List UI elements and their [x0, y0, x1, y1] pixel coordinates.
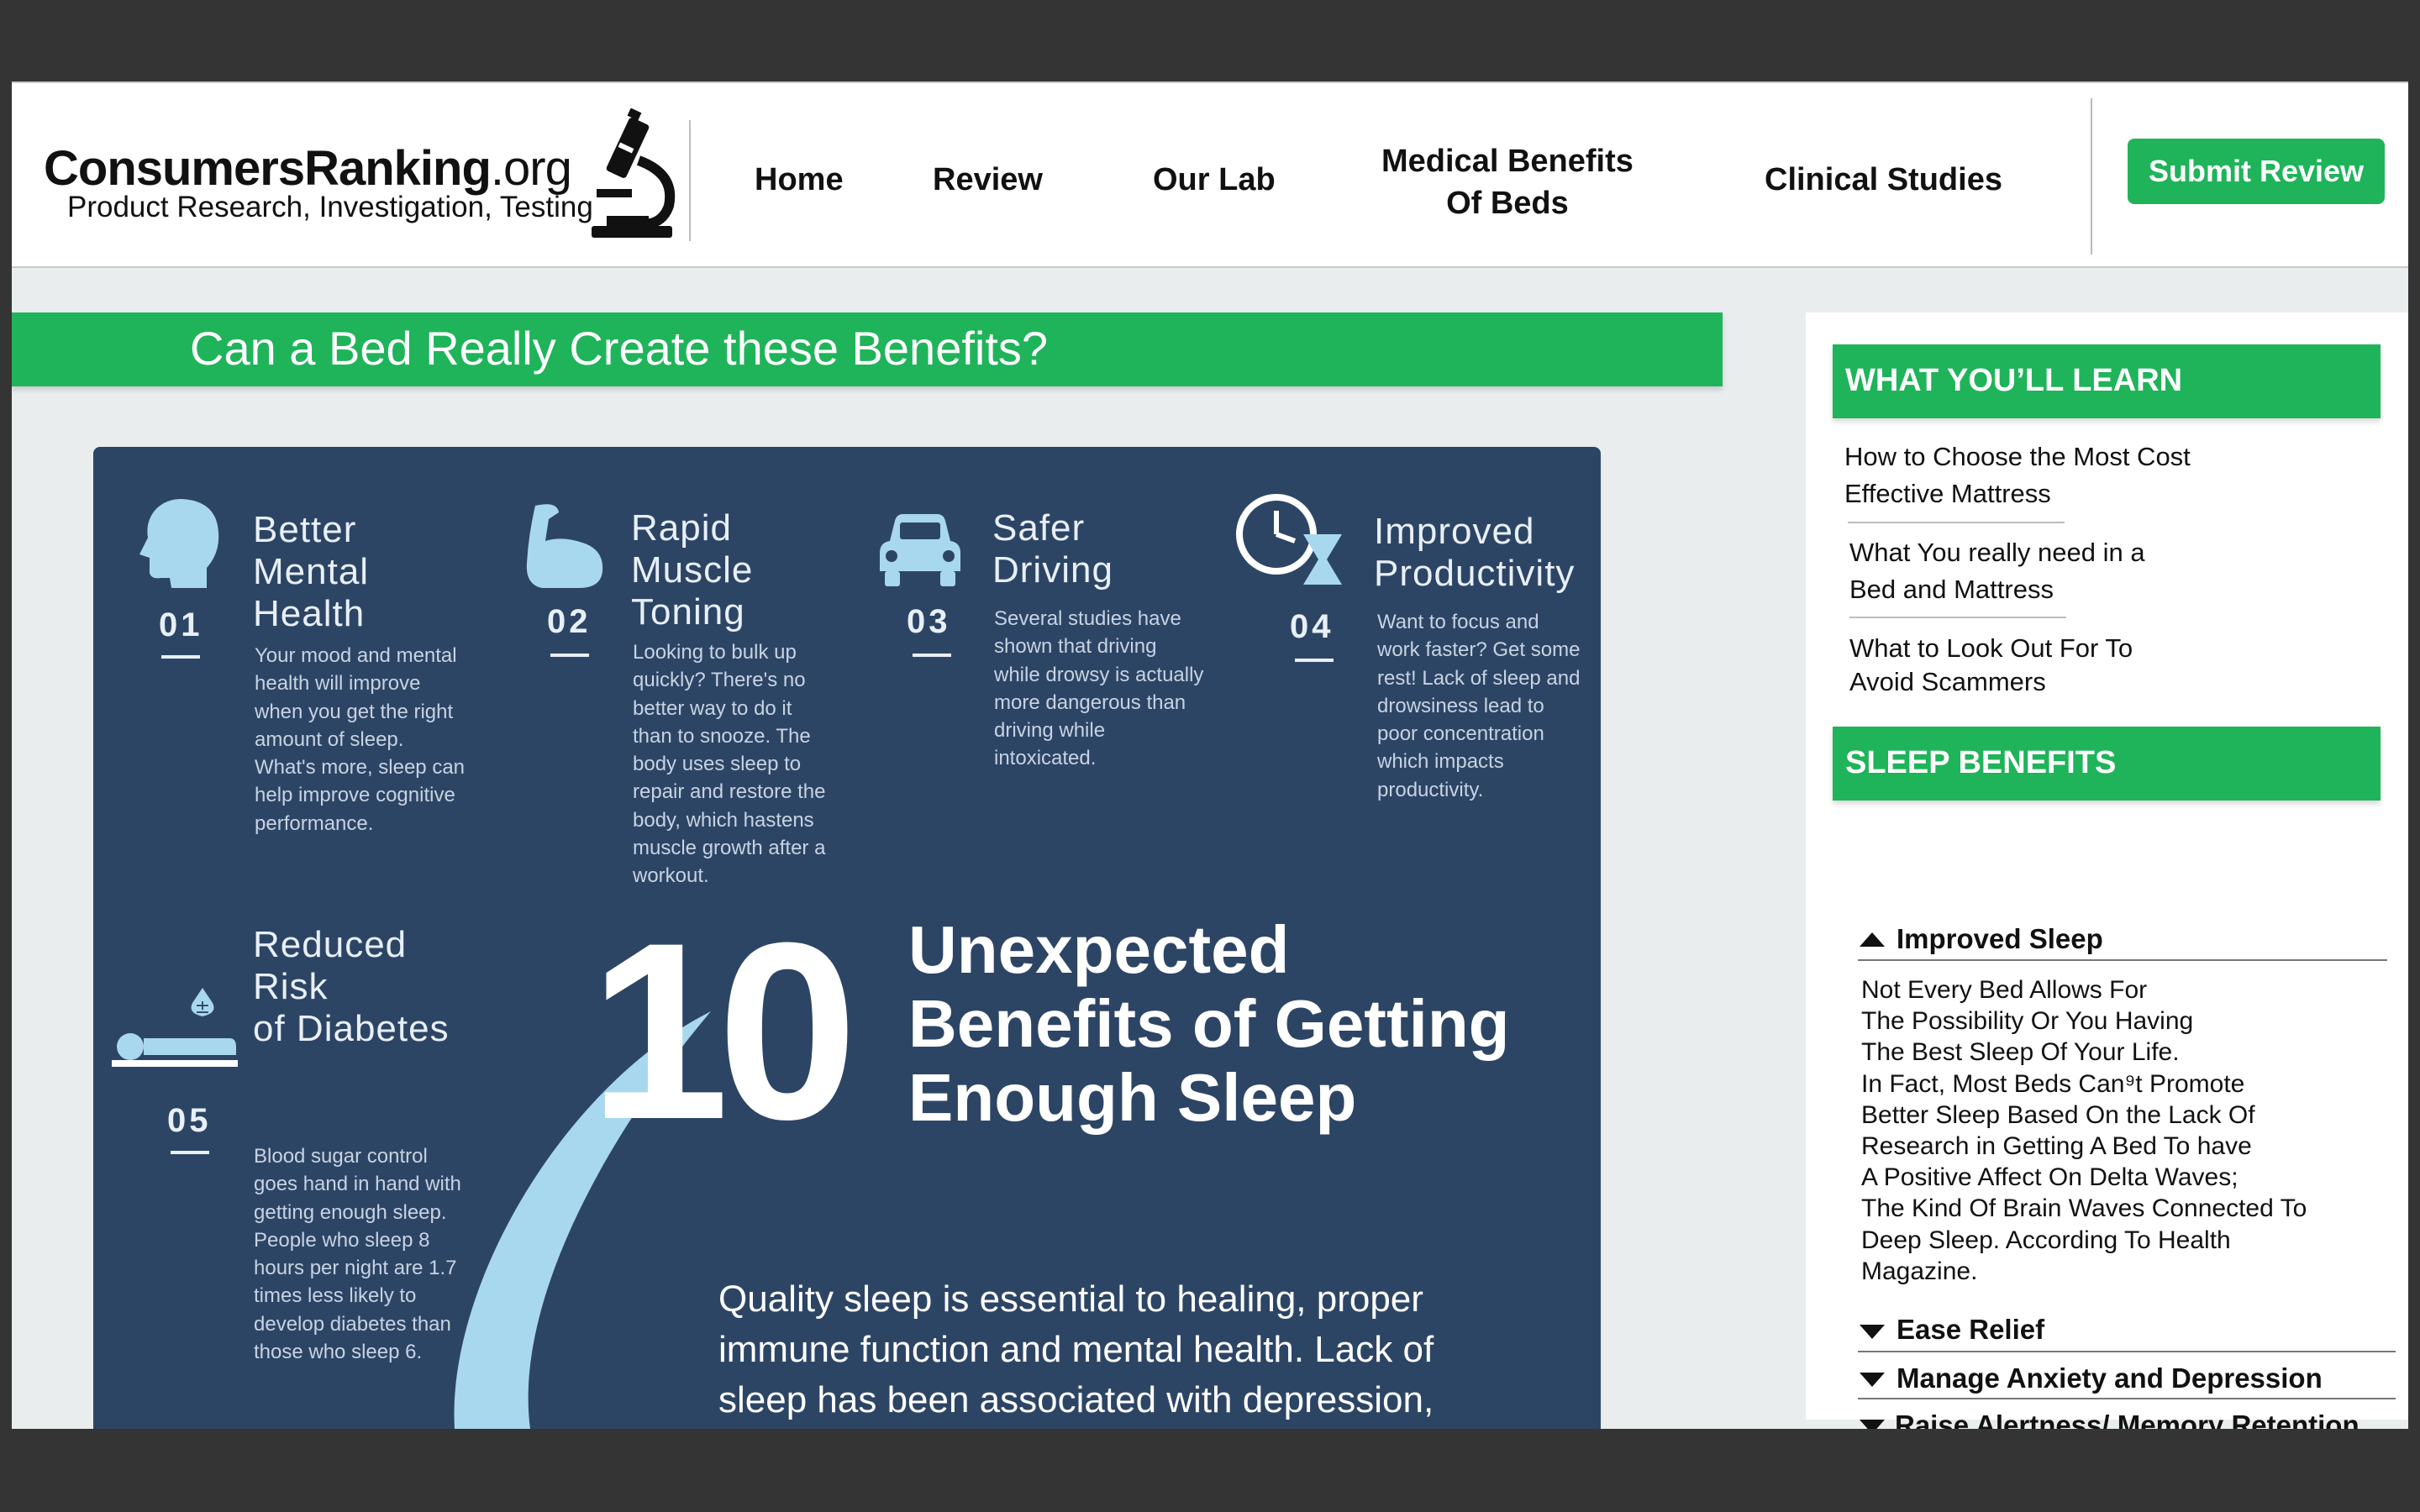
accordion-body: Not Every Bed Allows For The Possibility… [1861, 976, 2307, 1285]
benefit-body: Your mood and mental health will improve… [255, 644, 466, 835]
accordion-divider [1858, 1351, 2396, 1352]
accordion-title[interactable]: Ease Relief [1897, 1314, 2044, 1346]
expand-triangle-icon[interactable] [1860, 1373, 1885, 1387]
bicep-icon [526, 504, 603, 588]
section-title-bar: Can a Bed Really Create these Benefits? [12, 312, 1723, 386]
learn-link[interactable]: What to Look Out For To Avoid Scammers [1849, 632, 2133, 699]
logo-tld[interactable]: .org [491, 141, 572, 196]
sleep-heading-bar: SLEEP BENEFITS [1833, 727, 2381, 801]
benefit-body: Looking to bulk up quickly? There's no b… [633, 641, 826, 888]
person-sleeping-icon: ± [112, 988, 238, 1067]
accordion-title[interactable]: Raise Alertness/ Memory Retention [1895, 1410, 2360, 1429]
header-divider [689, 120, 691, 241]
site-header: ConsumersRanking.org Product Research, I… [12, 81, 2408, 268]
benefit-dash [913, 654, 951, 657]
logo-name[interactable]: ConsumersRanking [44, 141, 492, 196]
page-title: Can a Bed Really Create these Benefits? [190, 322, 1049, 375]
benefit-number: 01 [159, 606, 203, 643]
brain-icon [139, 499, 219, 588]
infographic: Better Mental Health 01 Your mood and me… [93, 447, 1601, 1429]
learn-heading-bar: WHAT YOU’LL LEARN [1833, 344, 2381, 418]
expand-triangle-icon[interactable] [1860, 1420, 1885, 1429]
nav-clinical-studies[interactable]: Clinical Studies [1765, 159, 2002, 201]
expand-triangle-icon[interactable] [1860, 1325, 1885, 1339]
microscope-icon [592, 108, 676, 238]
benefit-number: 02 [547, 603, 592, 640]
accordion-title[interactable]: Improved Sleep [1897, 923, 2103, 955]
car-icon [880, 514, 960, 586]
page: ConsumersRanking.org Product Research, I… [12, 81, 2408, 1429]
nav-review[interactable]: Review [933, 159, 1043, 201]
benefit-dash [1295, 659, 1334, 662]
nav-our-lab[interactable]: Our Lab [1153, 159, 1276, 201]
benefit-body: Want to focus and work faster? Get some … [1377, 611, 1581, 801]
nav-medical-benefits[interactable]: Medical Benefits Of Beds [1381, 140, 1634, 224]
submit-review-button[interactable]: Submit Review [2128, 139, 2385, 204]
infographic-headline: Unexpected Benefits of Getting Enough Sl… [908, 912, 1510, 1135]
accordion-divider [1858, 1398, 2396, 1399]
benefit-number: 04 [1290, 608, 1334, 645]
learn-link[interactable]: How to Choose the Most Cost Effective Ma… [1844, 438, 2191, 512]
learn-link[interactable]: What You really need in a Bed and Mattre… [1849, 534, 2145, 608]
clock-hourglass-icon [1236, 494, 1342, 585]
benefit-title: Improved Productivity [1374, 511, 1576, 594]
accordion-title[interactable]: Manage Anxiety and Depression [1897, 1362, 2323, 1394]
collapse-triangle-icon[interactable] [1860, 932, 1885, 947]
nav-home[interactable]: Home [755, 159, 844, 201]
svg-text:±: ± [195, 997, 210, 1018]
benefit-title: Rapid Muscle Toning [631, 507, 754, 633]
big-number: 10 [589, 890, 858, 1172]
sidebar: WHAT YOU’LL LEARN How to Choose the Most… [1806, 312, 2408, 1429]
benefit-dash [161, 655, 200, 659]
benefit-title: Better Mental Health [253, 509, 370, 634]
learn-divider [1849, 617, 2066, 618]
benefit-title: Reduced Risk of Diabetes [253, 924, 450, 1049]
accordion-divider [1858, 959, 2387, 961]
logo-tagline: Product Research, Investigation, Testing [67, 191, 593, 223]
benefit-number: 05 [167, 1102, 212, 1139]
benefit-title: Safer Driving [992, 507, 1113, 591]
header-divider [2091, 98, 2092, 255]
benefit-dash [550, 654, 589, 657]
sleep-heading: SLEEP BENEFITS [1845, 745, 2117, 780]
learn-heading: WHAT YOU’LL LEARN [1845, 363, 2183, 398]
quality-text: Quality sleep is essential to healing, p… [718, 1278, 1434, 1420]
benefit-dash [171, 1151, 209, 1154]
site-logo[interactable]: ConsumersRanking.org [44, 140, 572, 197]
benefit-body: Several studies have shown that driving … [994, 607, 1204, 770]
learn-divider [1848, 522, 2065, 523]
benefit-number: 03 [907, 603, 951, 640]
benefit-body: Blood sugar control goes hand in hand wi… [254, 1145, 461, 1364]
